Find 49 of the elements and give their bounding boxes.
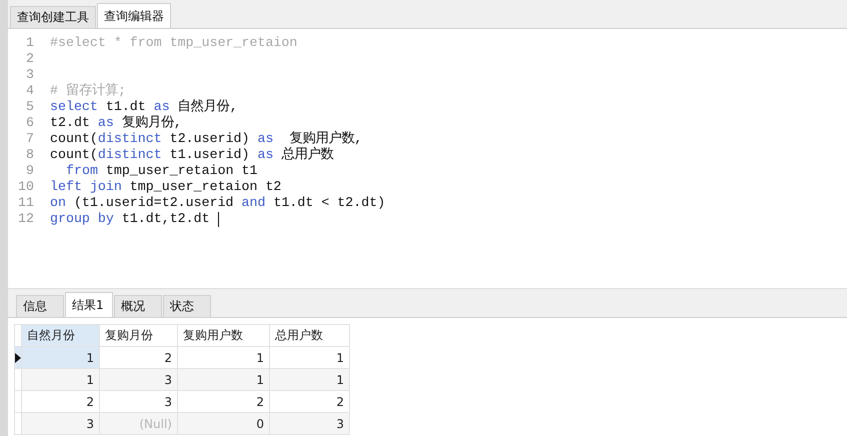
line-number: 4 [25, 83, 35, 99]
line-number: 11 [17, 195, 35, 211]
code-line: left join tmp_user_retaion t2 [50, 179, 282, 195]
column-header[interactable]: 复购月份 [100, 324, 178, 346]
line-number: 6 [25, 115, 35, 131]
line-number: 10 [17, 179, 35, 195]
code-line: # 留存计算; [50, 83, 126, 99]
table-cell: 3 [270, 412, 350, 434]
result-tab[interactable]: 结果1 [65, 292, 113, 317]
code-line: on (t1.userid=t2.userid and t1.dt < t2.dt) [50, 195, 386, 211]
line-number: 7 [25, 131, 35, 147]
line-number: 8 [25, 147, 35, 163]
table-cell: 1 [178, 368, 270, 390]
table-cell: (Null) [100, 412, 178, 434]
table-cell: 1 [270, 346, 350, 368]
table-cell: 1 [178, 346, 270, 368]
table-cell: 3 [22, 412, 100, 434]
line-number: 5 [25, 99, 35, 115]
table-cell: 0 [178, 412, 270, 434]
table-cell: 2 [178, 390, 270, 412]
row-indicator[interactable] [14, 346, 22, 368]
column-header[interactable]: 自然月份 [22, 324, 100, 346]
table-cell: 2 [270, 390, 350, 412]
table-cell: 3 [100, 368, 178, 390]
line-number: 3 [25, 67, 35, 83]
table-cell: 2 [100, 346, 178, 368]
table-cell: 1 [22, 346, 100, 368]
table-cell: 1 [270, 368, 350, 390]
line-number: 1 [25, 35, 35, 51]
code-line: count(distinct t2.userid) as 复购用户数, [50, 131, 362, 146]
code-line: #select * from tmp_user_retaion [50, 35, 298, 51]
code-line: from tmp_user_retaion t1 [65, 163, 258, 179]
result-tab[interactable]: 信息 [16, 295, 64, 317]
editor-tab[interactable]: 查询编辑器 [97, 3, 171, 28]
line-number: 2 [25, 51, 35, 67]
code-line: count(distinct t1.userid) as 总用户数 [50, 147, 334, 163]
code-line: t2.dt as 复购月份, [50, 115, 182, 131]
column-header[interactable]: 复购用户数 [178, 324, 270, 346]
result-tab[interactable]: 概况 [114, 295, 162, 317]
line-number: 9 [25, 163, 35, 179]
code-line: group by t1.dt,t2.dt [50, 211, 219, 227]
line-number: 12 [17, 211, 35, 227]
column-header[interactable]: 总用户数 [270, 324, 350, 346]
table-cell: 3 [100, 390, 178, 412]
code-line: select t1.dt as 自然月份, [50, 99, 238, 115]
table-cell: 2 [22, 390, 100, 412]
result-tab[interactable]: 状态 [163, 295, 211, 317]
table-cell: 1 [22, 368, 100, 390]
editor-tab[interactable]: 查询创建工具 [10, 6, 96, 28]
